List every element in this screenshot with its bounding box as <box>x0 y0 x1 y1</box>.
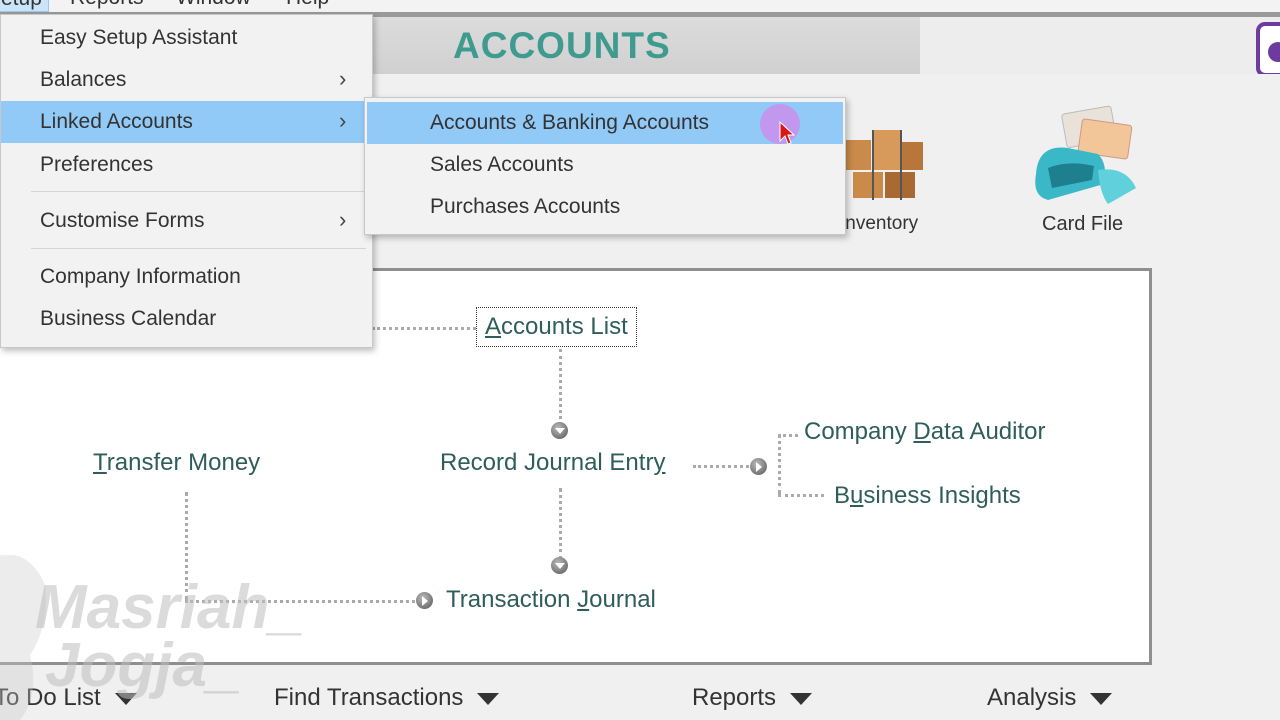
inventory-icon[interactable] <box>843 110 925 205</box>
connector-line <box>778 434 798 437</box>
transaction-journal-link[interactable]: Transaction Journal <box>446 586 656 614</box>
menu-separator <box>31 191 366 192</box>
record-journal-entry-link[interactable]: Record Journal Entry <box>440 449 665 477</box>
menu-reports[interactable]: Reports <box>70 0 144 10</box>
menu-separator <box>31 248 366 249</box>
menu-help[interactable]: Help <box>286 0 329 10</box>
connector-line <box>559 349 562 425</box>
flow-node <box>750 458 767 475</box>
flow-node <box>551 557 568 574</box>
connector-line <box>778 494 824 497</box>
menu-bar: Setup Reports Window Help <box>0 0 1280 12</box>
menu-item-balances[interactable]: Balances › <box>1 59 372 101</box>
submenu-item-sales-accounts[interactable]: Sales Accounts <box>367 144 843 186</box>
menu-item-company-information[interactable]: Company Information <box>1 256 372 298</box>
flow-node <box>551 422 568 439</box>
menu-item-customise-forms[interactable]: Customise Forms › <box>1 200 372 242</box>
dropdown-arrow-icon <box>790 692 813 705</box>
command-centre-header <box>300 17 1280 74</box>
connector-line <box>778 434 781 494</box>
flow-node <box>416 592 433 609</box>
help-button[interactable] <box>1256 22 1280 77</box>
menu-item-easy-setup-assistant[interactable]: Easy Setup Assistant <box>1 17 372 59</box>
mouse-cursor-icon <box>779 121 795 145</box>
menu-setup[interactable]: Setup <box>0 0 49 12</box>
card-file-label[interactable]: Card File <box>1042 213 1123 236</box>
dropdown-arrow-icon <box>1090 692 1113 705</box>
setup-dropdown-menu: Easy Setup Assistant Balances › Linked A… <box>0 14 373 348</box>
page-title: ACCOUNTS <box>453 25 671 66</box>
chevron-right-icon: › <box>339 207 347 232</box>
connector-line <box>559 488 562 560</box>
menu-item-business-calendar[interactable]: Business Calendar <box>1 298 372 340</box>
menu-window[interactable]: Window <box>176 0 251 10</box>
menu-item-linked-accounts[interactable]: Linked Accounts › <box>1 101 372 143</box>
connector-line <box>372 327 476 330</box>
business-insights-link[interactable]: Business Insights <box>834 482 1021 510</box>
reports-button[interactable]: Reports <box>692 684 813 712</box>
chevron-right-icon: › <box>339 66 347 91</box>
inventory-label[interactable]: Inventory <box>840 213 918 235</box>
menu-item-preferences[interactable]: Preferences <box>1 144 372 186</box>
find-transactions-button[interactable]: Find Transactions <box>274 684 500 712</box>
submenu-item-purchases-accounts[interactable]: Purchases Accounts <box>367 186 843 228</box>
accounts-list-link[interactable]: Accounts List <box>476 307 637 347</box>
chevron-right-icon: › <box>339 108 347 133</box>
dropdown-arrow-icon <box>477 692 500 705</box>
watermark-line2: Jogja_ <box>45 631 242 700</box>
card-file-icon[interactable] <box>1028 104 1140 212</box>
analysis-button[interactable]: Analysis <box>987 684 1113 712</box>
connector-line <box>693 465 749 468</box>
help-icon <box>1268 42 1280 62</box>
transfer-money-link[interactable]: Transfer Money <box>93 449 260 477</box>
company-data-auditor-link[interactable]: Company Data Auditor <box>804 418 1045 446</box>
